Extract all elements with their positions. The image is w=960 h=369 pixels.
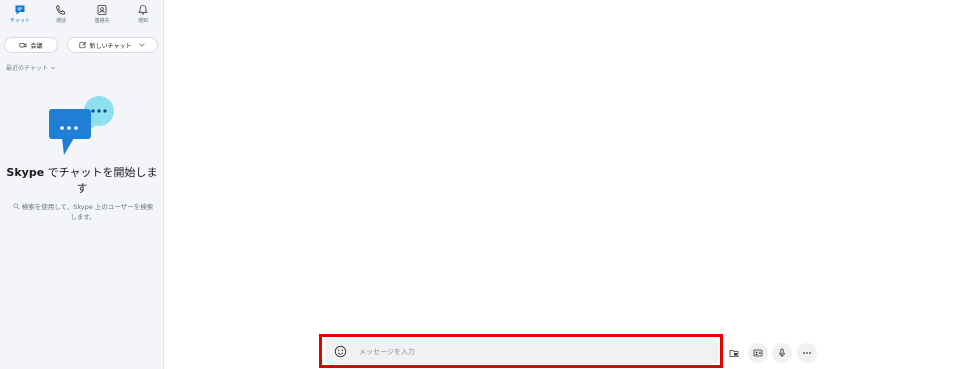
tab-notifications-label: 通知 <box>137 18 148 24</box>
more-options-button[interactable] <box>797 343 817 363</box>
chevron-down-icon <box>139 43 146 47</box>
bell-icon <box>138 5 148 15</box>
voice-message-button[interactable] <box>772 343 792 363</box>
top-nav: チャット 通話 連絡先 通知 <box>0 4 164 30</box>
message-composer <box>325 339 719 364</box>
recent-chats-label: 最近のチャット <box>6 65 48 72</box>
empty-state-description: 検索を使用して、Skype 上のユーザーを検索します。 <box>21 203 154 221</box>
send-contact-button[interactable] <box>748 343 768 363</box>
empty-state-title: Skype でチャットを開始します <box>2 165 162 197</box>
tab-contacts[interactable]: 連絡先 <box>87 4 117 30</box>
new-chat-button[interactable]: 新しいチャット <box>67 37 158 53</box>
more-icon <box>803 352 811 354</box>
tab-contacts-label: 連絡先 <box>94 18 110 24</box>
meet-button[interactable]: 会議 <box>4 37 58 53</box>
empty-state-description-wrap: 検索を使用して、Skype 上のユーザーを検索します。 <box>10 202 156 222</box>
tab-notifications[interactable]: 通知 <box>128 4 158 30</box>
empty-state-title-brand: Skype <box>6 166 45 179</box>
tab-chat[interactable]: チャット <box>5 4 35 30</box>
emoji-icon[interactable] <box>334 345 347 358</box>
tab-chat-label: チャット <box>10 18 30 24</box>
contacts-icon <box>97 5 107 15</box>
contact-card-icon <box>753 349 763 357</box>
search-icon <box>13 203 20 210</box>
microphone-icon <box>779 348 785 357</box>
tab-calls[interactable]: 通話 <box>46 4 76 30</box>
sidebar: チャット 通話 連絡先 通知 会議 新しいチャット 最近のチャット Skype … <box>0 0 164 369</box>
folder-share-icon <box>729 350 739 357</box>
new-chat-button-label: 新しいチャット <box>89 42 132 50</box>
chevron-down-icon <box>50 66 55 69</box>
message-input[interactable] <box>359 343 699 360</box>
phone-icon <box>56 4 66 15</box>
chat-icon <box>15 5 25 15</box>
video-call-icon <box>19 43 27 48</box>
chat-bubbles-illustration <box>49 96 114 155</box>
compose-icon <box>78 41 86 49</box>
meet-button-label: 会議 <box>30 42 43 50</box>
recent-chats-filter[interactable]: 最近のチャット <box>6 63 56 72</box>
skype-window: チャット 通話 連絡先 通知 会議 新しいチャット 最近のチャット Skype … <box>0 0 960 369</box>
tab-calls-label: 通話 <box>55 18 66 24</box>
empty-state-title-text: でチャットを開始します <box>44 166 158 195</box>
share-file-button[interactable] <box>724 343 744 363</box>
